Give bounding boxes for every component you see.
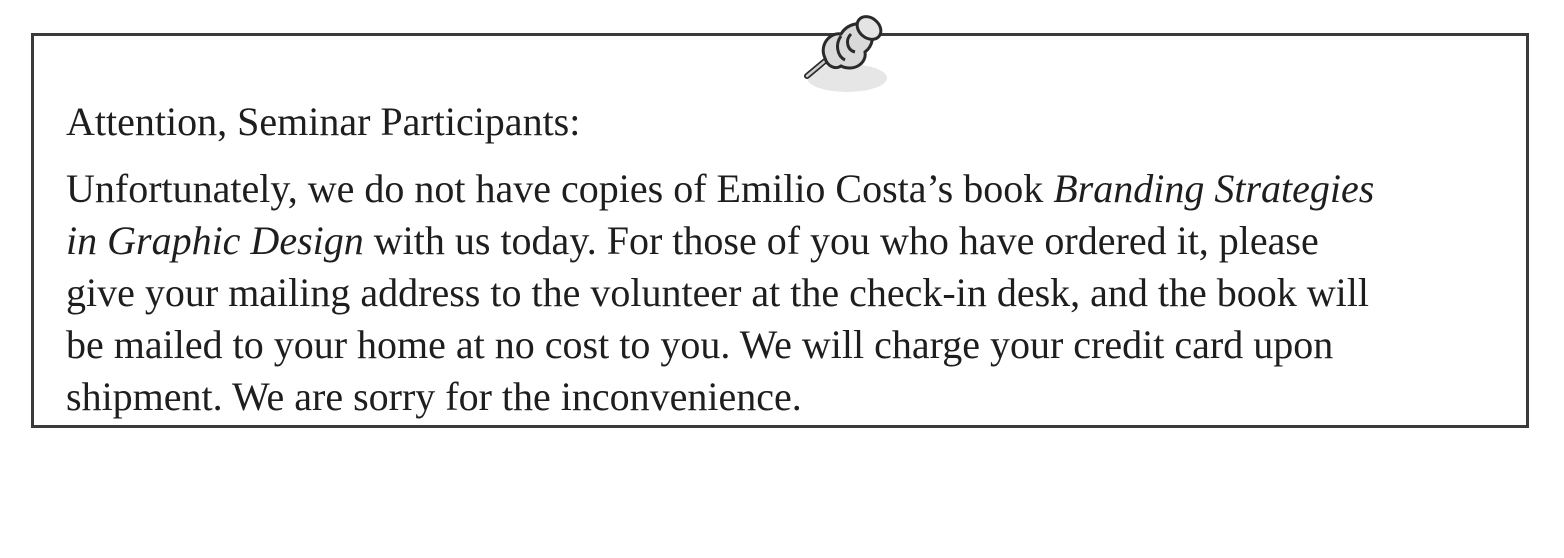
notice-body-line-2: in Graphic Design with us today. For tho… — [66, 215, 1506, 267]
body-text-segment: Unfortunately, we do not have copies of … — [66, 166, 1054, 211]
pushpin-icon — [804, 15, 887, 92]
book-title: Branding Strategies — [1053, 166, 1375, 211]
notice-body-line-1: Unfortunately, we do not have copies of … — [66, 163, 1506, 215]
book-title-continued: in Graphic Design — [66, 218, 364, 263]
notice-body-line-5: shipment. We are sorry for the inconveni… — [66, 374, 802, 419]
notice-heading: Attention, Seminar Participants: — [66, 99, 581, 144]
notice-body-line-3: give your mailing address to the volunte… — [66, 270, 1369, 315]
notice-body-line-4: be mailed to your home at no cost to you… — [66, 322, 1334, 367]
notice-body: Unfortunately, we do not have copies of … — [66, 163, 1506, 423]
body-text-segment: with us today. For those of you who have… — [363, 218, 1319, 263]
